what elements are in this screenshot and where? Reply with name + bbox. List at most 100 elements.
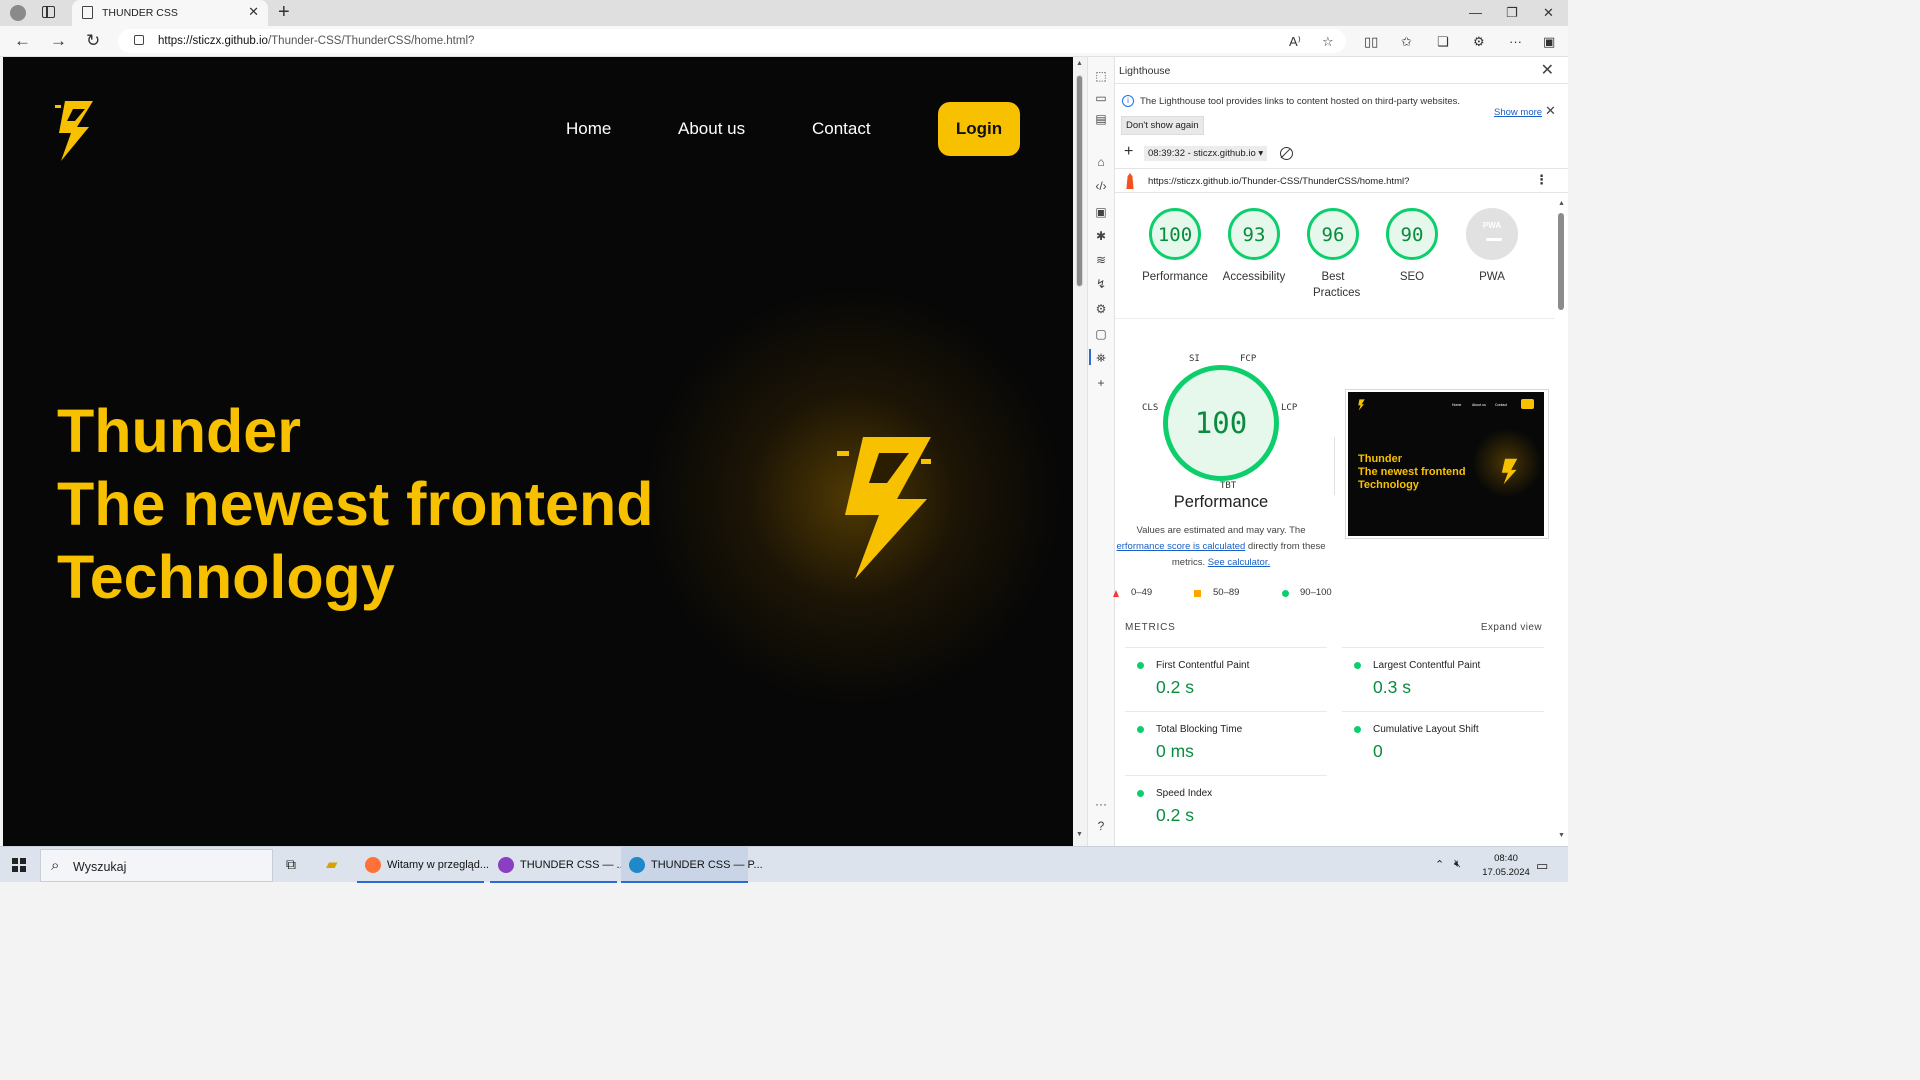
split-screen-icon[interactable]: ▯▯	[1364, 34, 1378, 50]
device-emulation-icon[interactable]: ▭	[1094, 91, 1108, 105]
show-more-link[interactable]: Show more	[1494, 107, 1542, 118]
info-icon: i	[1122, 95, 1134, 107]
taskbar-app-private[interactable]: THUNDER CSS — ...	[490, 847, 626, 883]
sidebar-icon[interactable]: ▣	[1543, 34, 1555, 50]
expand-view-button[interactable]: Expand view	[1481, 622, 1542, 633]
hero-line: Technology	[57, 543, 395, 611]
gauge-segment-tbt[interactable]: TBT	[1220, 481, 1236, 491]
back-icon[interactable]: ←	[14, 31, 31, 51]
scroll-up-icon[interactable]: ▲	[1076, 60, 1083, 67]
dont-show-again-button[interactable]: Don't show again	[1121, 116, 1204, 135]
application-icon[interactable]: ▢	[1094, 327, 1108, 341]
elements-icon[interactable]: ‹/›	[1094, 179, 1108, 193]
close-info-icon[interactable]: ✕	[1545, 103, 1556, 119]
welcome-home-icon[interactable]: ⌂	[1094, 155, 1108, 169]
nav-home[interactable]: Home	[566, 119, 611, 139]
web-page: Home About us Contact Login Thunder The …	[3, 57, 1073, 846]
report-select[interactable]: 08:39:32 - sticzx.github.io ▾	[1144, 146, 1268, 161]
browser-tab[interactable]: THUNDER CSS ✕	[72, 0, 268, 26]
sources-bug-icon[interactable]: ✱	[1094, 229, 1108, 243]
refresh-icon[interactable]: ↻	[86, 31, 100, 51]
new-tab-button[interactable]: +	[278, 1, 290, 24]
panel-scrollbar-thumb[interactable]	[1558, 213, 1564, 310]
thumb-logo-icon	[1358, 399, 1365, 411]
browser-toolbar: ← → ↻ https://sticzx.github.io/Thunder-C…	[0, 26, 1568, 57]
taskbar-search[interactable]: ⌕ Wyszukaj	[40, 849, 273, 882]
pass-dot-icon	[1137, 662, 1144, 669]
performance-icon[interactable]: ↯	[1094, 277, 1108, 291]
gauge-segment-si[interactable]: SI	[1189, 354, 1200, 364]
favorites-icon[interactable]: ✩	[1401, 34, 1412, 50]
gauge-segment-cls[interactable]: CLS	[1142, 403, 1158, 413]
tab-actions-icon[interactable]	[42, 6, 55, 18]
clear-reports-icon[interactable]	[1280, 147, 1293, 160]
dock-icon[interactable]: ▤	[1094, 112, 1108, 126]
close-window-icon[interactable]: ✕	[1543, 5, 1554, 21]
profile-icon[interactable]	[10, 5, 26, 21]
lighthouse-logo-icon	[1126, 173, 1134, 189]
settings-gear-icon[interactable]: ⚙	[1094, 302, 1108, 316]
taskbar-clock[interactable]: 08:40 17.05.2024	[1476, 852, 1536, 880]
close-panel-icon[interactable]: ✕	[1541, 60, 1554, 80]
task-view-icon[interactable]: ⧉	[286, 856, 296, 873]
page-scrollbar[interactable]: ▲ ▼	[1073, 57, 1087, 846]
nav-contact[interactable]: Contact	[812, 119, 871, 139]
gauge-best-practices[interactable]: 96 Best Practices	[1295, 208, 1371, 301]
page-screenshot-thumbnail[interactable]: Home About us Contact Thunder The newest…	[1345, 389, 1549, 539]
more-menu-icon[interactable]: ···	[1509, 34, 1522, 49]
start-windows-icon[interactable]	[12, 858, 26, 872]
inspect-icon[interactable]: ⬚	[1094, 69, 1108, 83]
scroll-down-icon[interactable]: ▼	[1076, 831, 1083, 838]
notifications-icon[interactable]: ▭	[1536, 858, 1548, 874]
scrollbar-thumb[interactable]	[1076, 75, 1083, 287]
gauge-segment-fcp[interactable]: FCP	[1240, 354, 1256, 364]
site-logo-icon[interactable]	[53, 99, 99, 163]
score-calculated-link[interactable]: erformance score is calculated	[1116, 541, 1245, 552]
more-tools-plus-icon[interactable]: +	[1094, 376, 1108, 390]
gauge-segment-lcp[interactable]: LCP	[1281, 403, 1297, 413]
report-menu-icon[interactable]: ⋮	[1535, 172, 1548, 188]
address-bar[interactable]: https://sticzx.github.io/Thunder-CSS/Thu…	[118, 29, 1346, 53]
active-indicator	[1089, 349, 1091, 365]
scroll-up-icon[interactable]: ▲	[1558, 200, 1565, 207]
console-icon[interactable]: ▣	[1094, 205, 1108, 219]
lighthouse-icon[interactable]: ⛯	[1094, 351, 1108, 365]
report-bar: + 08:39:32 - sticzx.github.io ▾	[1115, 141, 1568, 167]
panel-scrollbar[interactable]: ▲ ▼	[1555, 200, 1568, 846]
read-aloud-icon[interactable]: A⁾	[1289, 34, 1301, 50]
scroll-down-icon[interactable]: ▼	[1558, 832, 1565, 839]
restore-icon[interactable]: ❐	[1506, 5, 1518, 21]
more-options-icon[interactable]: ···	[1094, 797, 1108, 811]
gauge-pwa[interactable]: PWA PWA	[1454, 208, 1530, 285]
extensions-icon[interactable]: ⚙	[1473, 34, 1485, 50]
login-button[interactable]: Login	[938, 102, 1020, 156]
gauge-accessibility[interactable]: 93 Accessibility	[1216, 208, 1292, 285]
score-legend: 0–49 50–89 90–100	[1113, 585, 1555, 601]
taskbar-app-edge[interactable]: THUNDER CSS — P...	[621, 847, 763, 883]
collections-icon[interactable]: ❏	[1437, 34, 1449, 50]
minimize-icon[interactable]: —	[1469, 5, 1482, 20]
pass-dot-icon	[1137, 790, 1144, 797]
nav-about[interactable]: About us	[678, 119, 745, 139]
help-icon[interactable]: ?	[1094, 819, 1108, 833]
info-bar: i The Lighthouse tool provides links to …	[1115, 85, 1568, 139]
new-report-icon[interactable]: +	[1124, 143, 1133, 161]
gauge-seo[interactable]: 90 SEO	[1374, 208, 1450, 285]
file-explorer-icon[interactable]: ▰	[326, 855, 338, 873]
see-calculator-link[interactable]: See calculator.	[1208, 557, 1270, 568]
volume-muted-icon[interactable]: 🔇︎	[1454, 858, 1461, 871]
legend-pass: 90–100	[1300, 587, 1332, 598]
gauge-performance[interactable]: 100 Performance	[1137, 208, 1213, 285]
metric-si: Speed Index 0.2 s	[1125, 775, 1327, 839]
network-wifi-icon[interactable]: ≋	[1094, 253, 1108, 267]
pass-dot-icon	[1354, 662, 1361, 669]
address-url[interactable]: https://sticzx.github.io/Thunder-CSS/Thu…	[158, 35, 474, 47]
tray-chevron-icon[interactable]: ⌃	[1435, 858, 1444, 871]
report-url[interactable]: https://sticzx.github.io/Thunder-CSS/Thu…	[1148, 176, 1409, 187]
forward-icon[interactable]: →	[50, 31, 67, 51]
thumb-bolt-icon	[1501, 458, 1518, 485]
taskbar-app-firefox[interactable]: Witamy w przegląd...	[357, 847, 489, 883]
close-tab-icon[interactable]: ✕	[248, 4, 259, 20]
favorite-star-icon[interactable]: ☆	[1322, 34, 1334, 50]
lock-icon[interactable]	[134, 35, 144, 45]
